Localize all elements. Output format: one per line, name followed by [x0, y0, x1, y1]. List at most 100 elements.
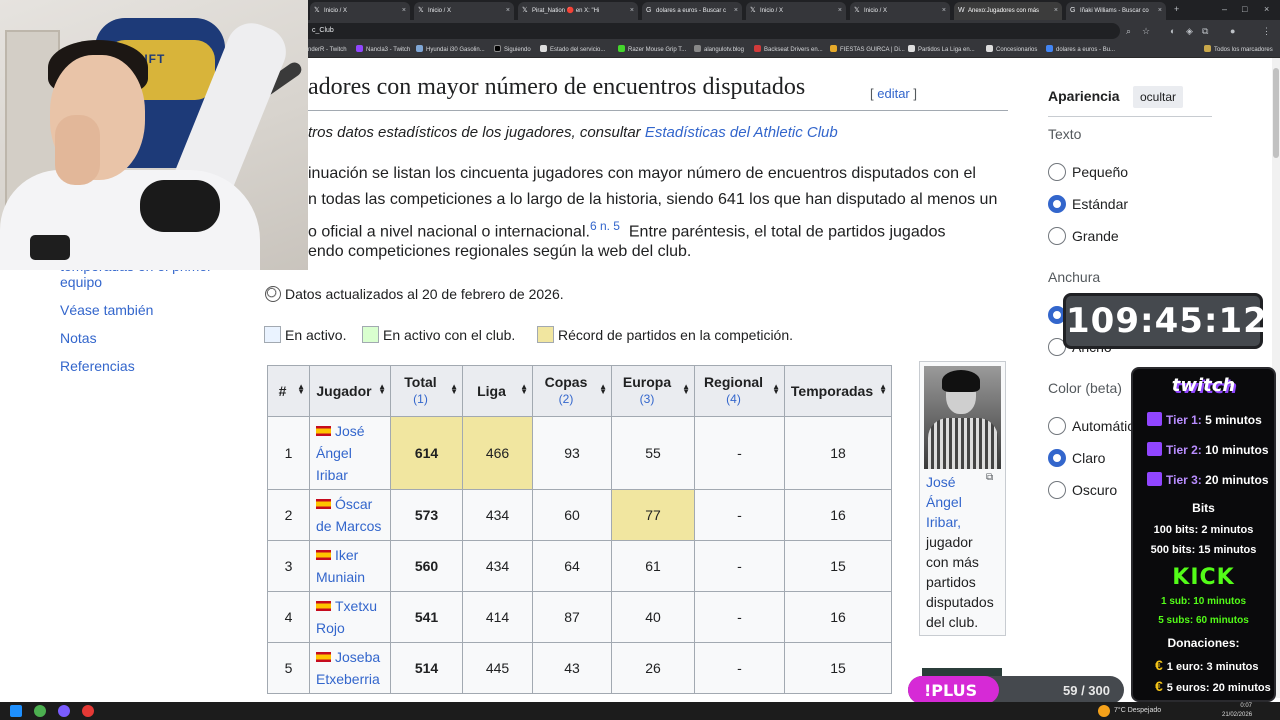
extension-icon[interactable]: ◈ [1186, 24, 1193, 38]
close-tab-icon[interactable]: × [1054, 2, 1058, 20]
all-bookmarks-folder[interactable]: Todos los marcadores [1204, 45, 1273, 55]
edit-section-link[interactable]: [ editar ] [870, 86, 917, 101]
maximize-icon[interactable]: □ [1242, 2, 1247, 16]
search-icon[interactable]: ⌕ [1126, 24, 1131, 38]
update-note: Datos actualizados al 20 de febrero de 2… [265, 286, 564, 302]
caption-link[interactable]: Iribar, [926, 512, 961, 532]
hide-appearance-button[interactable]: ocultar [1133, 86, 1184, 108]
radio-automatic[interactable] [1048, 417, 1066, 435]
donation-line: €5 euros: 20 minutos [1155, 678, 1271, 694]
radio-label: Estándar [1072, 196, 1129, 212]
bookmark-item[interactable]: Backseat Drivers en... [754, 45, 823, 55]
column-header[interactable]: Temporadas ▲ ▼ [784, 365, 892, 417]
bookmark-item[interactable]: Siguiendo [494, 45, 531, 55]
spain-flag-icon [316, 652, 331, 662]
sort-icon[interactable]: ▲ ▼ [378, 383, 386, 396]
bookmark-item[interactable]: Razer Mouse Grip T... [618, 45, 686, 55]
player-name-link[interactable]: Joseba Etxeberria [309, 642, 391, 694]
sort-icon[interactable]: ▲ ▼ [682, 383, 690, 396]
sort-icon[interactable]: ▲ ▼ [450, 383, 458, 396]
caption-link[interactable]: Ángel [926, 492, 962, 512]
kick-logo: KICK [1172, 565, 1235, 590]
close-tab-icon[interactable]: × [942, 2, 946, 20]
close-tab-icon[interactable]: × [506, 2, 510, 20]
minimize-icon[interactable]: – [1222, 2, 1227, 16]
webcam-overlay: DRIFT [0, 0, 308, 270]
bookmark-star-icon[interactable]: ☆ [1142, 24, 1150, 38]
menu-kebab-icon[interactable]: ⋮ [1262, 24, 1271, 38]
close-tab-icon[interactable]: × [838, 2, 842, 20]
column-header[interactable]: Copas (2) ▲ ▼ [532, 365, 612, 417]
close-tab-icon[interactable]: × [630, 2, 634, 20]
player-name-link[interactable]: Iker Muniain [309, 540, 391, 592]
column-header[interactable]: Europa (3) ▲ ▼ [611, 365, 695, 417]
bookmark-item[interactable]: dolares a euros - Bu... [1046, 45, 1115, 55]
browser-tab[interactable]: 𝕏 Inicio / X × [746, 2, 846, 20]
app-icon[interactable] [58, 705, 70, 717]
toc-item[interactable]: Referencias [60, 358, 135, 374]
sort-icon[interactable]: ▲ ▼ [297, 383, 305, 396]
sort-icon[interactable]: ▲ ▼ [879, 383, 887, 396]
text-size-heading: Texto [1048, 126, 1082, 142]
enlarge-icon[interactable]: ⧉ [986, 472, 993, 483]
player-photo[interactable] [924, 366, 1001, 469]
extensions-puzzle-icon[interactable]: ⧉ [1202, 24, 1208, 38]
radio-dark[interactable] [1048, 481, 1066, 499]
toc-item[interactable]: Véase también [60, 302, 153, 318]
bookmark-item[interactable]: Estado del servicio... [540, 45, 605, 55]
column-header[interactable]: Regional (4) ▲ ▼ [694, 365, 785, 417]
new-tab-icon[interactable]: + [1174, 2, 1179, 16]
browser-tab[interactable]: 𝕏 Pirat_Nation 🔴 en X: "Hi × [518, 2, 638, 20]
column-header[interactable]: Jugador ▲ ▼ [309, 365, 391, 417]
radio-light[interactable] [1048, 449, 1066, 467]
clock[interactable]: 0:07 21/02/2026 [1222, 702, 1252, 720]
radio-small[interactable] [1048, 163, 1066, 181]
stream-rates-panel: twitch Tier 1: 5 minutos Tier 2: 10 minu… [1131, 367, 1276, 702]
column-header[interactable]: Total (1) ▲ ▼ [390, 365, 463, 417]
sort-icon[interactable]: ▲ ▼ [520, 383, 528, 396]
browser-tab[interactable]: Gdolares a euros - Buscar c × [642, 2, 742, 20]
bookmark-item[interactable]: Partidos La Liga en... [908, 45, 975, 55]
bookmark-item[interactable]: Nancla3 - Twitch [356, 45, 410, 55]
hatnote-link[interactable]: Estadísticas del Athletic Club [645, 124, 838, 141]
razer-icon [618, 45, 625, 52]
caption-link[interactable]: José [926, 472, 956, 492]
close-tab-icon[interactable]: × [402, 2, 406, 20]
windows-taskbar: 7°C Despejado 0:07 21/02/2026 [0, 702, 1280, 720]
url-field[interactable]: c_Club [300, 23, 1120, 39]
browser-tab[interactable]: G Iñaki Williams - Buscar co × [1066, 2, 1166, 20]
close-tab-icon[interactable]: × [734, 2, 738, 20]
column-header[interactable]: # ▲ ▼ [267, 365, 310, 417]
player-name-link[interactable]: José Ángel Iribar [309, 416, 391, 490]
extension-icon[interactable]: ◐ [1170, 24, 1175, 38]
scrollbar-thumb[interactable] [1273, 68, 1279, 158]
radio-standard[interactable] [1048, 195, 1066, 213]
bookmark-item[interactable]: nderR - Twitch [308, 45, 347, 55]
bookmark-item[interactable]: alangulotv.blog [694, 45, 744, 55]
windows-start-icon[interactable] [10, 705, 22, 717]
reference-link[interactable]: 6 n. 5 [590, 219, 620, 233]
bookmark-item[interactable]: Concesionarios [986, 45, 1037, 55]
browser-tab[interactable]: 𝕏 Inicio / X × [310, 2, 410, 20]
table-header-row: # ▲ ▼ Jugador ▲ ▼ Total (1) ▲ ▼ Liga ▲ ▼ Copas (2)… [267, 365, 892, 417]
chrome-icon[interactable] [34, 705, 46, 717]
column-header[interactable]: Liga ▲ ▼ [462, 365, 533, 417]
table-row: 5 Joseba Etxeberria 514 445 43 26 - 15 [267, 642, 892, 694]
table-row: 1 José Ángel Iribar 614 466 93 55 - 18 [267, 416, 892, 490]
profile-avatar-icon[interactable]: ● [1230, 24, 1235, 38]
player-name-link[interactable]: Óscar de Marcos [309, 489, 391, 541]
close-tab-icon[interactable]: × [1158, 2, 1162, 20]
weather-text: 7°C Despejado [1114, 707, 1162, 714]
bookmark-item[interactable]: Hyundai i30 Gasolin... [416, 45, 485, 55]
browser-tab[interactable]: 𝕏 Inicio / X × [414, 2, 514, 20]
browser-tab-active[interactable]: W Anexo:Jugadores con más × [954, 2, 1062, 20]
bookmark-item[interactable]: FIESTAS GUIRCA | Di... [830, 45, 905, 55]
toc-item[interactable]: Notas [60, 330, 97, 346]
browser-tab[interactable]: 𝕏 Inicio / X × [850, 2, 950, 20]
sort-icon[interactable]: ▲ ▼ [599, 383, 607, 396]
obs-icon[interactable] [82, 705, 94, 717]
radio-large[interactable] [1048, 227, 1066, 245]
player-name-link[interactable]: Txetxu Rojo [309, 591, 391, 643]
sort-icon[interactable]: ▲ ▼ [772, 383, 780, 396]
close-window-icon[interactable]: × [1264, 2, 1269, 16]
